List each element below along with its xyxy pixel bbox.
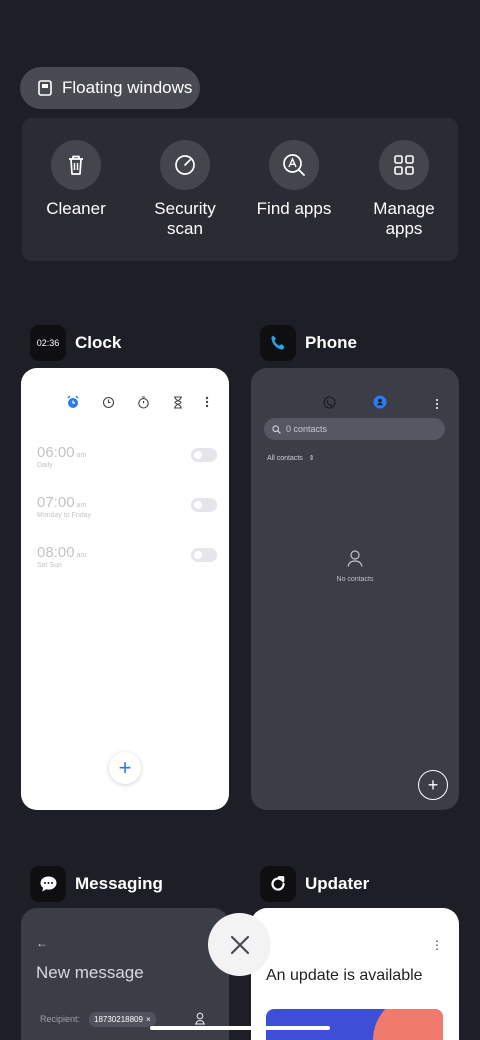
stopwatch-icon[interactable] [135,394,151,410]
messaging-app-card[interactable]: ← New message Recipient: 18730218809 × [21,908,229,1040]
alarm-toggle[interactable] [191,448,217,462]
alarm-toggle[interactable] [191,498,217,512]
update-headline: An update is available [266,967,423,984]
security-scan-icon [160,140,210,190]
trash-icon [51,140,101,190]
empty-contacts-state: No contacts [251,550,459,583]
security-scan-label: Security scan [154,199,216,238]
clear-all-button[interactable] [208,913,271,976]
contacts-filter-label: All contacts [267,455,303,462]
world-clock-icon[interactable] [100,394,116,410]
remove-recipient-icon[interactable]: × [146,1015,151,1024]
alarm-repeat: Monday to Friday [37,512,92,519]
recipient-label: Recipient: [40,1014,81,1024]
no-contacts-text: No contacts [336,576,374,583]
quick-actions-panel: Cleaner Security scan Find apps Manage a… [22,118,458,261]
alarm-icon[interactable] [65,394,81,410]
cleaner-button[interactable]: Cleaner [26,140,126,219]
grid-icon [379,140,429,190]
alarm-ampm: am [76,452,87,459]
updater-app-card[interactable]: ⋮ An update is available [251,908,459,1040]
cleaner-label: Cleaner [46,199,106,218]
alarm-repeat: Sat Sun [37,562,62,569]
clock-app-card[interactable]: 06:00 am Daily 07:00 am Monday to Friday 0… [21,368,229,810]
more-options-icon[interactable]: ⋮ [431,938,443,952]
banner-decoration [373,1009,443,1040]
updater-app-name: Updater [305,874,370,893]
update-banner-image [266,1009,443,1040]
phone-app-header[interactable]: Phone [260,325,357,361]
phone-app-name: Phone [305,333,357,352]
plus-icon: + [118,755,132,780]
alarm-time: 08:00 [37,544,75,561]
more-options-icon[interactable] [435,397,439,415]
phone-icon [260,325,296,361]
alarm-row[interactable]: 07:00 am Monday to Friday [37,494,217,530]
find-apps-icon [269,140,319,190]
security-scan-button[interactable]: Security scan [135,140,235,239]
plus-icon: + [427,774,439,795]
alarm-ampm: am [76,552,87,559]
timer-icon[interactable] [170,394,186,410]
alarm-row[interactable]: 08:00 am Sat Sun [37,544,217,580]
new-message-title: New message [36,963,144,982]
clock-app-icon: 02:36 [30,325,66,361]
person-icon [347,550,363,567]
alarm-time: 07:00 [37,494,75,511]
contacts-search-input[interactable]: 0 contacts [264,418,445,440]
alarm-row[interactable]: 06:00 am Daily [37,444,217,480]
alarm-time: 06:00 [37,444,75,461]
find-apps-label: Find apps [256,199,332,218]
find-apps-button[interactable]: Find apps [244,140,344,219]
phone-app-card[interactable]: 0 contacts All contacts ⇕ No contacts + [251,368,459,810]
clock-app-name: Clock [75,333,122,352]
more-options-icon[interactable] [199,394,215,410]
clock-app-header[interactable]: 02:36 Clock [30,325,121,361]
messaging-app-name: Messaging [75,874,163,893]
contacts-filter-dropdown[interactable]: All contacts ⇕ [267,454,315,462]
add-alarm-button[interactable]: + [109,752,141,784]
sort-arrows-icon: ⇕ [308,455,315,462]
contacts-tab-icon[interactable] [373,395,387,414]
home-indicator[interactable] [150,1026,330,1030]
alarm-ampm: am [76,502,87,509]
messaging-app-header[interactable]: Messaging [30,866,163,902]
contacts-search-placeholder: 0 contacts [286,424,328,434]
message-icon [30,866,66,902]
back-arrow-icon[interactable]: ← [36,936,48,950]
refresh-icon [260,866,296,902]
search-icon [272,424,281,434]
clock-icon-time: 02:36 [36,338,60,348]
manage-apps-button[interactable]: Manage apps [354,140,454,239]
updater-app-header[interactable]: Updater [260,866,369,902]
call-log-icon[interactable] [323,396,336,414]
alarm-toggle[interactable] [191,548,217,562]
floating-windows-label: Floating windows [62,78,193,97]
floating-windows-button[interactable]: Floating windows [20,67,200,109]
floating-window-icon [36,79,54,97]
clock-tabbar [65,394,215,410]
manage-apps-label: Manage apps [373,199,435,238]
alarm-repeat: Daily [37,462,53,469]
close-icon [230,935,249,954]
recipient-chip[interactable]: 18730218809 × [89,1012,156,1027]
add-contact-button[interactable]: + [418,770,448,800]
recipient-number: 18730218809 [94,1015,143,1024]
